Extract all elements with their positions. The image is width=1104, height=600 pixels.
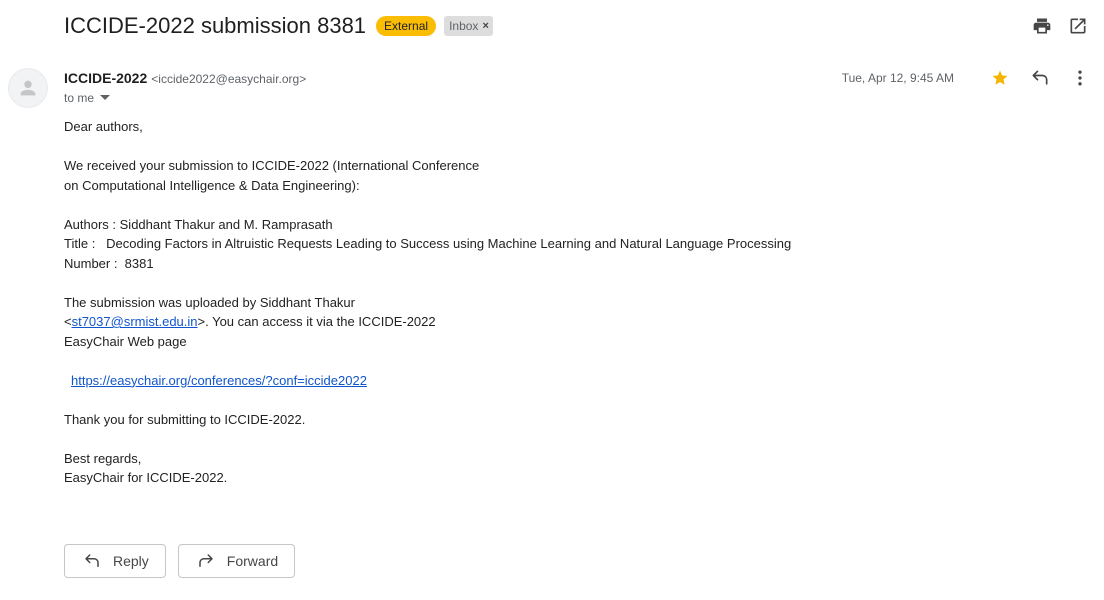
upload-line: The submission was uploaded by Siddhant …: [64, 294, 355, 310]
signature-line: EasyChair for ICCIDE-2022.: [64, 470, 228, 485]
open-new-window-button[interactable]: [1066, 14, 1090, 38]
message-date: Tue, Apr 12, 9:45 AM: [841, 71, 954, 85]
email-subject: ICCIDE-2022 submission 8381: [64, 13, 367, 38]
message-body: Dear authors, We received your submissio…: [64, 117, 1064, 488]
greeting: Dear authors,: [64, 119, 143, 134]
upload-line: <st7037@srmist.edu.in>. You can access i…: [64, 312, 1064, 332]
intro-line: on Computational Intelligence & Data Eng…: [64, 177, 360, 193]
message-meta: Tue, Apr 12, 9:45 AM: [842, 66, 1092, 90]
number-line: Number : 8381: [64, 255, 154, 271]
person-icon: [20, 80, 36, 96]
reply-action-button[interactable]: Reply: [64, 544, 166, 578]
reply-icon: [1032, 70, 1048, 85]
reply-button[interactable]: [1028, 66, 1052, 90]
forward-icon-wrap: [197, 552, 215, 570]
recipient-row: to me: [64, 91, 111, 105]
title-line: Title : Decoding Factors in Altruistic R…: [64, 236, 792, 251]
sender-name[interactable]: ICCIDE-2022: [64, 70, 147, 86]
subject-row: ICCIDE-2022 submission 8381 External Inb…: [64, 10, 493, 42]
thread-toolbar: [1018, 14, 1090, 38]
regards-line: Best regards,: [64, 450, 142, 466]
more-options-button[interactable]: [1068, 66, 1092, 90]
forward-icon: [199, 554, 213, 567]
star-button[interactable]: [988, 66, 1012, 90]
inbox-label-text: Inbox: [449, 19, 479, 33]
external-label: External: [376, 16, 437, 36]
upload-rest: >. You can access it via the ICCIDE-2022: [197, 314, 436, 329]
uploader-email-link[interactable]: st7037@srmist.edu.in: [72, 314, 198, 329]
sender-row: ICCIDE-2022 <iccide2022@easychair.org>: [64, 70, 306, 86]
conference-link[interactable]: https://easychair.org/conferences/?conf=…: [71, 373, 367, 388]
sender-avatar: [8, 68, 48, 108]
more-vert-icon: [1078, 70, 1082, 86]
forward-action-button[interactable]: Forward: [177, 544, 296, 578]
angle-open: <: [64, 314, 72, 329]
remove-label-button[interactable]: ×: [482, 18, 488, 34]
thanks-line: Thank you for submitting to ICCIDE-2022.: [64, 411, 306, 427]
open-in-new-icon: [1070, 18, 1086, 34]
authors-line: Authors : Siddhant Thakur and M. Rampras…: [64, 216, 333, 232]
conference-link-line: https://easychair.org/conferences/?conf=…: [64, 371, 1064, 391]
intro-line: We received your submission to ICCIDE-20…: [64, 158, 480, 173]
sender-email: <iccide2022@easychair.org>: [151, 72, 307, 86]
show-details-button[interactable]: [100, 95, 111, 101]
reply-icon-wrap: [83, 552, 101, 570]
forward-label: Forward: [226, 553, 279, 569]
caret-down-icon: [100, 95, 111, 100]
star-icon: [992, 70, 1008, 85]
reply-label: Reply: [113, 553, 149, 569]
message-actions: Reply Forward: [64, 544, 307, 578]
recipient-text: to me: [64, 91, 95, 105]
inbox-label: Inbox ×: [444, 16, 493, 36]
reply-icon: [85, 554, 99, 567]
print-all-button[interactable]: [1030, 14, 1054, 38]
print-icon: [1033, 18, 1051, 34]
upload-line: EasyChair Web page: [64, 333, 187, 349]
